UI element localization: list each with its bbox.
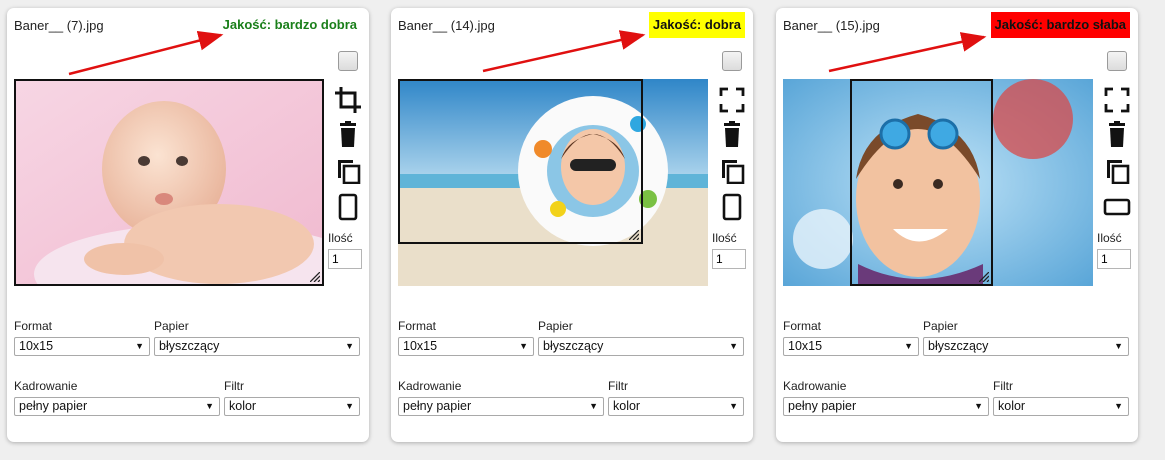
caret-down-icon: ▼ xyxy=(519,341,528,351)
fullscreen-icon[interactable] xyxy=(1103,86,1131,114)
format-value: 10x15 xyxy=(403,339,438,353)
resize-handle-icon[interactable] xyxy=(979,272,989,282)
copy-icon[interactable] xyxy=(718,156,746,184)
crop-frame[interactable] xyxy=(850,79,993,286)
crop-label: Kadrowanie xyxy=(398,379,462,393)
qty-input[interactable] xyxy=(1097,249,1131,269)
format-select[interactable]: 10x15 ▼ xyxy=(783,337,919,356)
file-name: Baner__ (7).jpg xyxy=(14,18,104,33)
crop-select[interactable]: pełny papier ▼ xyxy=(783,397,989,416)
crop-frame[interactable] xyxy=(14,79,324,286)
paper-label: Papier xyxy=(154,319,189,333)
caret-down-icon: ▼ xyxy=(729,401,738,411)
delete-icon[interactable] xyxy=(1103,120,1131,148)
caret-down-icon: ▼ xyxy=(205,401,214,411)
crop-icon[interactable] xyxy=(334,86,362,114)
filter-select[interactable]: kolor ▼ xyxy=(993,397,1129,416)
paper-value: błyszczący xyxy=(159,339,220,353)
format-value: 10x15 xyxy=(788,339,823,353)
file-name: Baner__ (15).jpg xyxy=(783,18,880,33)
caret-down-icon: ▼ xyxy=(135,341,144,351)
select-checkbox[interactable] xyxy=(1107,51,1127,71)
paper-label: Papier xyxy=(538,319,573,333)
format-select[interactable]: 10x15 ▼ xyxy=(398,337,534,356)
quality-badge: Jakość: bardzo słaba xyxy=(990,12,1130,38)
crop-label: Kadrowanie xyxy=(14,379,78,393)
crop-frame[interactable] xyxy=(398,79,643,244)
caret-down-icon: ▼ xyxy=(589,401,598,411)
format-label: Format xyxy=(14,319,53,333)
photo-preview xyxy=(14,79,324,286)
portrait-orientation-icon[interactable] xyxy=(334,193,362,221)
select-checkbox[interactable] xyxy=(338,51,358,71)
caret-down-icon: ▼ xyxy=(729,341,738,351)
delete-icon[interactable] xyxy=(334,120,362,148)
copy-icon[interactable] xyxy=(334,156,362,184)
paper-value: błyszczący xyxy=(543,339,604,353)
qty-label: Ilość xyxy=(712,231,737,245)
filter-label: Filtr xyxy=(224,379,244,393)
paper-select[interactable]: błyszczący ▼ xyxy=(923,337,1129,356)
crop-value: pełny papier xyxy=(19,399,88,413)
format-value: 10x15 xyxy=(19,339,54,353)
format-label: Format xyxy=(783,319,822,333)
resize-handle-icon[interactable] xyxy=(629,230,639,240)
crop-label: Kadrowanie xyxy=(783,379,847,393)
filter-label: Filtr xyxy=(608,379,628,393)
crop-value: pełny papier xyxy=(788,399,857,413)
photo-card-1: Baner__ (7).jpg Jakość: bardzo dobra Ilo… xyxy=(7,8,369,442)
caret-down-icon: ▼ xyxy=(1114,341,1123,351)
paper-select[interactable]: błyszczący ▼ xyxy=(154,337,360,356)
quality-badge: Jakość: dobra xyxy=(648,12,745,38)
crop-select[interactable]: pełny papier ▼ xyxy=(398,397,604,416)
qty-input[interactable] xyxy=(712,249,746,269)
photo-card-2: Baner__ (14).jpg Jakość: dobra Ilość 1 F… xyxy=(391,8,753,442)
paper-label: Papier xyxy=(923,319,958,333)
caret-down-icon: ▼ xyxy=(1114,401,1123,411)
landscape-orientation-icon[interactable] xyxy=(1103,193,1131,221)
photo-card-3: Baner__ (15).jpg Jakość: bardzo słaba Il… xyxy=(776,8,1138,442)
copy-icon[interactable] xyxy=(1103,156,1131,184)
filter-select[interactable]: kolor ▼ xyxy=(608,397,744,416)
caret-down-icon: ▼ xyxy=(904,341,913,351)
filter-label: Filtr xyxy=(993,379,1013,393)
caret-down-icon: ▼ xyxy=(345,401,354,411)
filter-value: kolor xyxy=(998,399,1026,413)
qty-label: Ilość xyxy=(328,231,353,245)
fullscreen-icon[interactable] xyxy=(718,86,746,114)
photo-preview xyxy=(398,79,708,286)
caret-down-icon: ▼ xyxy=(345,341,354,351)
filter-select[interactable]: kolor ▼ xyxy=(224,397,360,416)
paper-value: błyszczący xyxy=(928,339,989,353)
qty-input[interactable] xyxy=(328,249,362,269)
file-name: Baner__ (14).jpg xyxy=(398,18,495,33)
photo-preview xyxy=(783,79,1093,286)
quality-badge: Jakość: bardzo dobra xyxy=(222,17,357,32)
select-checkbox[interactable] xyxy=(722,51,742,71)
filter-value: kolor xyxy=(613,399,641,413)
caret-down-icon: ▼ xyxy=(974,401,983,411)
portrait-orientation-icon[interactable] xyxy=(718,193,746,221)
resize-handle-icon[interactable] xyxy=(310,272,320,282)
crop-value: pełny papier xyxy=(403,399,472,413)
filter-value: kolor xyxy=(229,399,257,413)
qty-label: Ilość xyxy=(1097,231,1122,245)
format-select[interactable]: 10x15 ▼ xyxy=(14,337,150,356)
paper-select[interactable]: błyszczący ▼ xyxy=(538,337,744,356)
crop-select[interactable]: pełny papier ▼ xyxy=(14,397,220,416)
delete-icon[interactable] xyxy=(718,120,746,148)
format-label: Format xyxy=(398,319,437,333)
